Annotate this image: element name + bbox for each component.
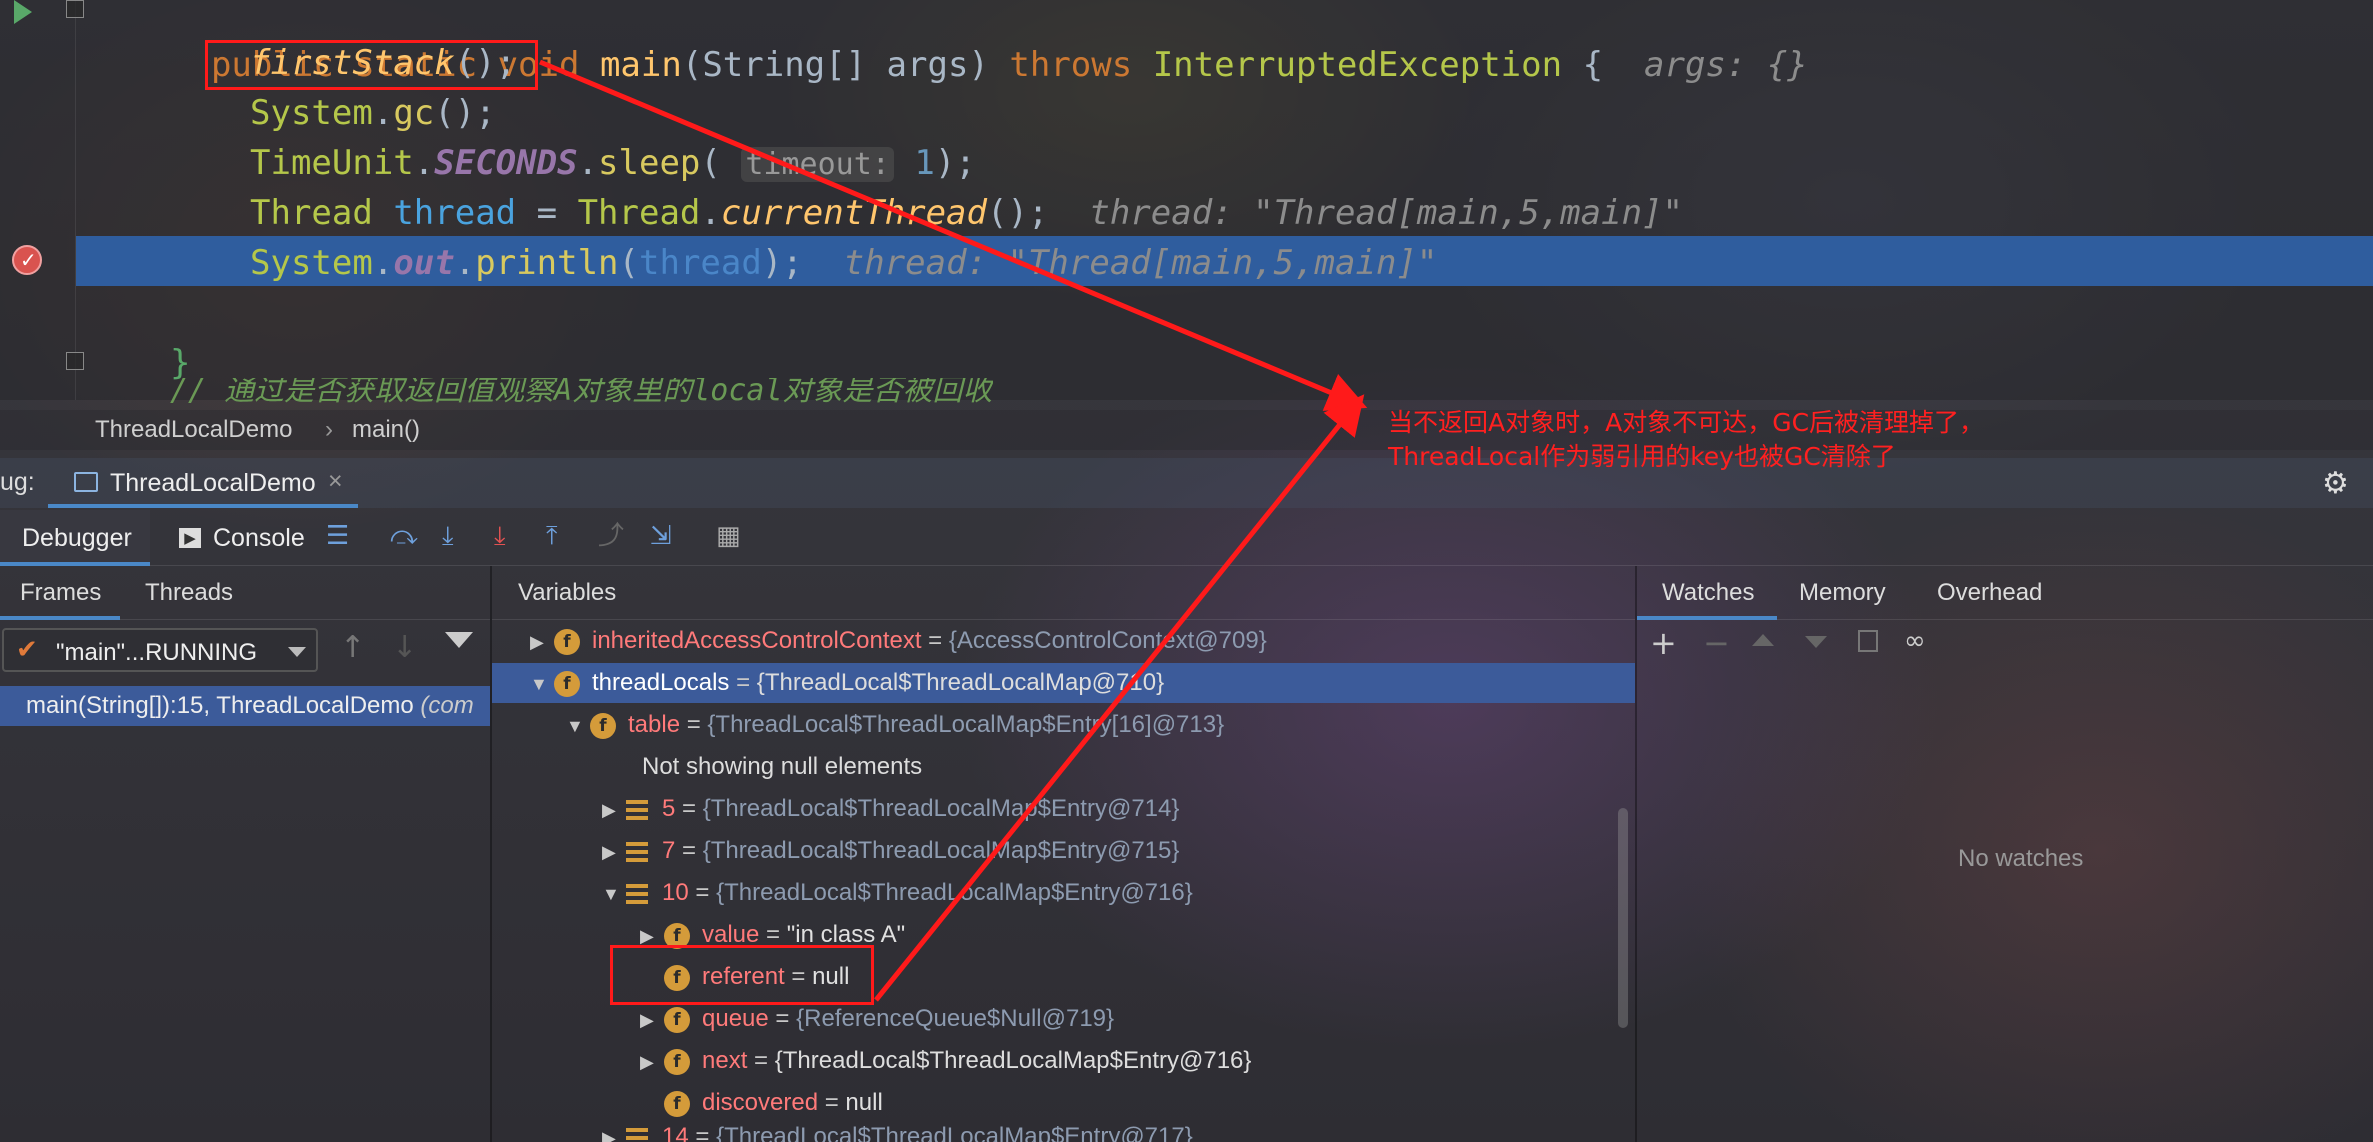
arrow-from-firststack bbox=[539, 59, 1368, 411]
arrow-from-referent bbox=[874, 394, 1365, 1002]
annotation-arrows bbox=[539, 59, 1368, 1002]
